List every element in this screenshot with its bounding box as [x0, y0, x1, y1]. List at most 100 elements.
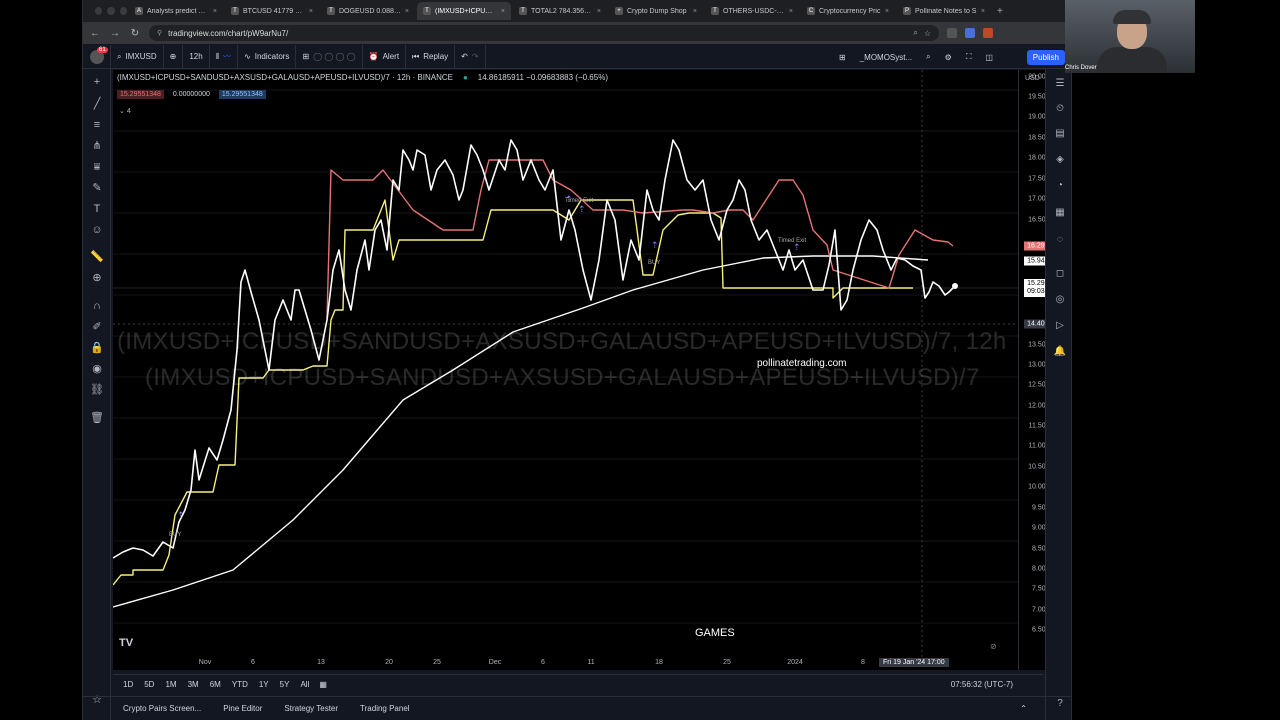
camera-icon[interactable]: ◫ [985, 53, 993, 62]
symbol-search[interactable]: ⌕ IMXUSD [111, 44, 164, 69]
streams-icon[interactable]: ◎ [1053, 293, 1067, 307]
close-tab-icon[interactable]: × [789, 8, 793, 15]
time-tick-label: 6 [251, 659, 255, 666]
fullscreen-icon[interactable]: ⛶ [966, 52, 972, 62]
browser-tab[interactable]: T (IMXUSD+ICPUSD+ × [417, 2, 511, 20]
replay-button[interactable]: ⏮ Replay [406, 44, 456, 69]
chat-icon[interactable]: ◻ [1053, 267, 1067, 281]
zoom-in-icon[interactable]: ⊕ [90, 271, 104, 285]
publish-button[interactable]: Publish [1026, 50, 1065, 65]
time-axis[interactable]: Nov6132025Dec61118252024815 Fri 19 Jan '… [113, 658, 1018, 670]
range-button[interactable]: 1Y [259, 680, 269, 689]
range-button[interactable]: 3M [188, 680, 199, 689]
new-tab-icon[interactable]: + [997, 6, 1003, 17]
close-tab-icon[interactable]: × [405, 8, 409, 15]
collapse-panel-icon[interactable]: ⌃ [1020, 704, 1027, 713]
indicators-button[interactable]: ∿ Indicators [238, 44, 297, 69]
forward-icon[interactable]: → [109, 28, 121, 39]
site-info-icon[interactable]: ⚲ [157, 29, 162, 37]
range-button[interactable]: All [300, 680, 309, 689]
notifications-icon[interactable]: 🔔 [1053, 345, 1067, 359]
pitchfork-icon[interactable]: ⋔ [90, 139, 104, 153]
extension-icon[interactable] [983, 28, 993, 38]
time-tick-label: Dec [488, 659, 502, 666]
close-tab-icon[interactable]: × [693, 8, 697, 15]
extension-icon[interactable] [965, 28, 975, 38]
extension-icon[interactable] [947, 28, 957, 38]
panel-tab-screener[interactable]: Crypto Pairs Screen... [123, 704, 201, 713]
quick-search-icon[interactable]: ⌕ [926, 52, 930, 62]
calendar-icon[interactable]: ▦ [1053, 206, 1067, 220]
browser-tab[interactable]: + Crypto Dump Shop × [609, 2, 703, 20]
zoom-window-dot[interactable] [119, 7, 127, 15]
settings-gear-icon[interactable]: ⚙ [945, 53, 952, 62]
range-button[interactable]: 5Y [280, 680, 290, 689]
eye-icon[interactable]: ◉ [90, 362, 104, 376]
magnet-icon[interactable]: ∩ [90, 299, 104, 313]
close-tab-icon[interactable]: × [309, 8, 313, 15]
url-input[interactable]: ⚲ tradingview.com/chart/pW9arNu7/ ⌕ ☆ [149, 25, 939, 41]
chart-type-button[interactable]: ⫴ 〰 [210, 44, 239, 69]
close-tab-icon[interactable]: × [213, 8, 217, 15]
zoom-icon[interactable]: ⌕ [913, 28, 917, 38]
alert-button[interactable]: ⏰ Alert [363, 44, 407, 69]
reload-icon[interactable]: ↻ [129, 28, 141, 39]
calendar-icon[interactable]: ▦ [319, 680, 327, 689]
fib-icon[interactable]: ⩸ [90, 160, 104, 174]
panel-tab-strategy-tester[interactable]: Strategy Tester [284, 704, 338, 713]
minimize-window-dot[interactable] [107, 7, 115, 15]
user-menu[interactable]: 61 [83, 44, 111, 69]
close-tab-icon[interactable]: × [981, 8, 985, 15]
close-tab-icon[interactable]: × [597, 8, 601, 15]
chevron-down-icon: ⌄ [119, 108, 125, 115]
chart-pane[interactable]: ⇡ ⇡ ⇡ ⇡ ⇡ (IMXUSD+ICPUSD+SANDUSD+AXSUSD+GALA… [113, 70, 1071, 670]
undo-button[interactable]: ↶ ↷ [455, 44, 486, 69]
range-button[interactable]: 6M [210, 680, 221, 689]
interval-button[interactable]: 12h [183, 44, 210, 69]
emoji-icon[interactable]: ☺ [90, 223, 104, 237]
watchlist-icon[interactable]: ☰ [1053, 77, 1067, 91]
trash-icon[interactable]: 🗑 [90, 411, 104, 425]
browser-tab[interactable]: T OTHERS-USDC-USD × [705, 2, 799, 20]
ideas-icon[interactable]: ◌ [1053, 233, 1067, 247]
range-button[interactable]: 1D [123, 680, 133, 689]
tradingview-logo[interactable]: TV [119, 637, 133, 649]
panel-tab-pine-editor[interactable]: Pine Editor [223, 704, 262, 713]
panel-tab-trading-panel[interactable]: Trading Panel [360, 704, 410, 713]
lock-icon[interactable]: 🔒 [90, 341, 104, 355]
close-tab-icon[interactable]: × [885, 8, 889, 15]
browser-tab[interactable]: T BTCUSD 41779 ▲ + × [225, 2, 319, 20]
link-icon[interactable]: ⛓ [90, 383, 104, 397]
hotlist-icon[interactable]: ◔ [1053, 179, 1067, 193]
crosshair-icon[interactable]: + [90, 75, 104, 89]
brush-icon[interactable]: ✎ [90, 181, 104, 195]
compare-symbol-button[interactable]: ⊕ [164, 44, 184, 69]
bookmark-star-icon[interactable]: ☆ [924, 29, 931, 38]
back-icon[interactable]: ← [89, 28, 101, 39]
range-button[interactable]: 5D [144, 680, 154, 689]
browser-tab[interactable]: T DOGEUSD 0.08840 × [321, 2, 415, 20]
go-to-realtime-icon[interactable]: ⊘ [990, 642, 997, 651]
browser-tab[interactable]: A Analysts predict a m × [129, 2, 223, 20]
browser-tab[interactable]: T TOTAL2 784.356B ▲ × [513, 2, 607, 20]
text-icon[interactable]: T [90, 202, 104, 216]
series-count[interactable]: ⌄ 4 [119, 107, 131, 115]
close-tab-icon[interactable]: × [501, 8, 505, 15]
trend-line-icon[interactable]: ╱ [90, 97, 104, 111]
alerts-clock-icon[interactable]: ⏲ [1053, 102, 1067, 116]
horizontal-lines-icon[interactable]: ≡ [90, 118, 104, 132]
pencil-lock-icon[interactable]: ✐ [90, 320, 104, 334]
close-window-dot[interactable] [95, 7, 103, 15]
layers-icon[interactable]: ◈ [1053, 153, 1067, 167]
range-button[interactable]: 1M [165, 680, 176, 689]
ideas-stream-icon[interactable]: ▷ [1053, 319, 1067, 333]
layout-grid-icon[interactable]: ⊞ [839, 53, 846, 62]
browser-tab[interactable]: C Cryptocurrency Pric × [801, 2, 895, 20]
clock-readout[interactable]: 07:56:32 (UTC-7) [951, 680, 1013, 689]
ruler-icon[interactable]: 📏 [90, 250, 104, 264]
range-button[interactable]: YTD [232, 680, 248, 689]
browser-tab[interactable]: P Pollinate Notes to S × [897, 2, 991, 20]
news-icon[interactable]: ▤ [1053, 127, 1067, 141]
layout-name[interactable]: _MOMOSyst... [860, 53, 912, 62]
templates-button[interactable]: ⊞ ◯ ◯ ◯ ◯ [296, 44, 363, 69]
